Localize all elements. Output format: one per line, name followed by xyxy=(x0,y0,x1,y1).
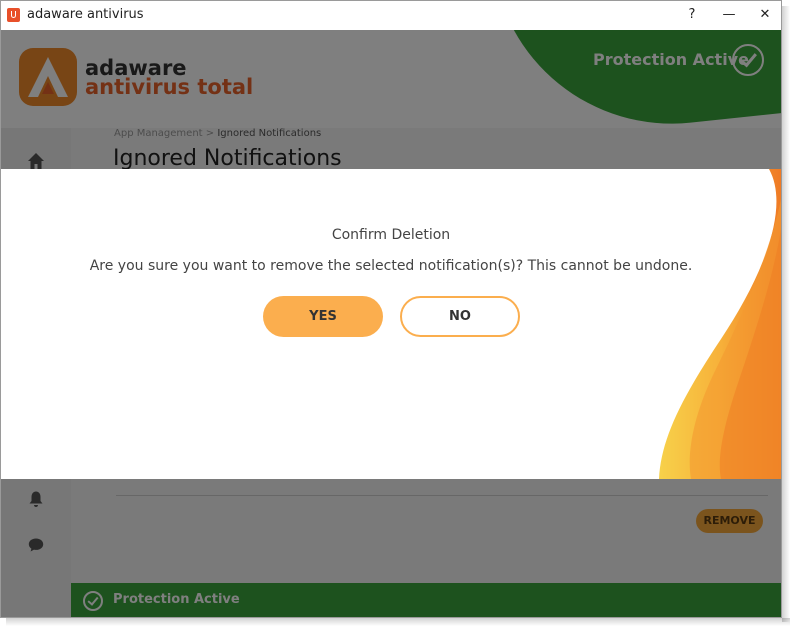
help-button[interactable]: ? xyxy=(680,5,704,25)
confirm-dialog: Confirm Deletion Are you sure you want t… xyxy=(1,169,781,479)
app-window: adaware antivirus ? — ✕ adaware antiviru… xyxy=(0,0,782,618)
title-bar: adaware antivirus ? — ✕ xyxy=(1,1,781,31)
window-title: adaware antivirus xyxy=(27,7,144,22)
window-shadow-bottom xyxy=(6,618,790,626)
decorative-wave xyxy=(659,169,781,479)
yes-button[interactable]: YES xyxy=(263,296,383,337)
no-button[interactable]: NO xyxy=(400,296,520,337)
close-button[interactable]: ✕ xyxy=(753,5,777,25)
dialog-message: Are you sure you want to remove the sele… xyxy=(89,258,693,274)
minimize-button[interactable]: — xyxy=(717,5,741,25)
dialog-title: Confirm Deletion xyxy=(331,227,451,243)
app-shield-icon xyxy=(7,8,20,22)
window-shadow-right xyxy=(782,6,790,622)
